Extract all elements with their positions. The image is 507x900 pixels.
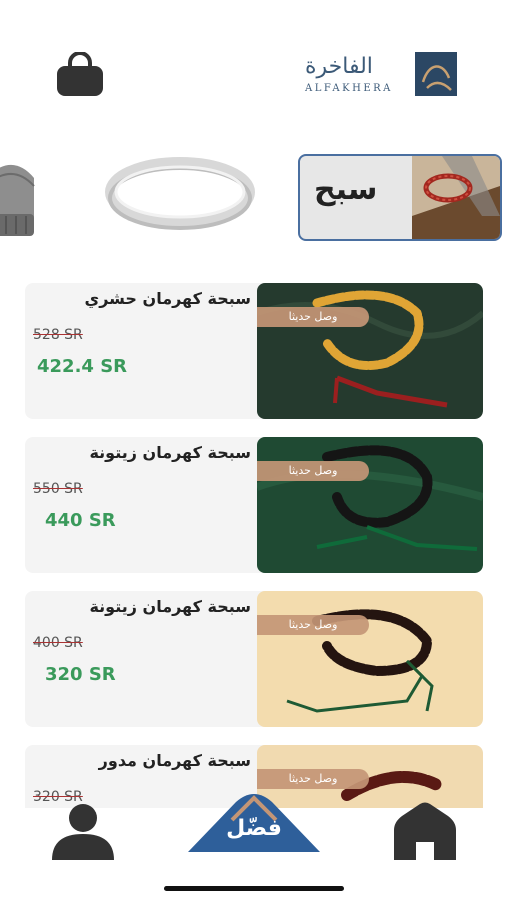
favorites-label: فضّل [226, 816, 282, 841]
home-icon [394, 802, 456, 860]
product-new-price: 320 SR [45, 664, 116, 685]
new-arrival-badge: وصل حديثا [257, 307, 369, 327]
home-indicator [164, 886, 344, 891]
brand-logo: الفاخرة ALFAKHERA [300, 50, 460, 102]
product-title: سبحة كهرمان مدور [98, 751, 251, 770]
product-new-price: 422.4 SR [37, 356, 128, 377]
category-label: سبح [314, 172, 378, 207]
logo-mark-icon [415, 52, 457, 96]
category-strip: سبح [0, 150, 507, 245]
product-title: سبحة كهرمان زيتونة [89, 443, 251, 462]
product-image: وصل حديثا [257, 283, 483, 419]
category-prayer-beads[interactable]: سبح [298, 154, 502, 241]
shopping-bag-icon [57, 51, 103, 96]
product-new-price: 440 SR [45, 510, 116, 531]
cart-button[interactable] [55, 51, 105, 98]
product-old-price: 528 SR [33, 327, 83, 343]
category-hats[interactable] [0, 156, 38, 236]
product-old-price: 550 SR [33, 481, 83, 497]
product-image: وصل حديثا [257, 437, 483, 573]
new-arrival-badge: وصل حديثا [257, 769, 369, 789]
logo-english-text: ALFAKHERA [305, 83, 393, 94]
product-card[interactable]: وصل حديثا سبحة كهرمان زيتونة 400 SR 320 … [25, 591, 483, 727]
product-title: سبحة كهرمان حشري [84, 289, 251, 308]
product-card[interactable]: وصل حديثا سبحة كهرمان زيتونة 550 SR 440 … [25, 437, 483, 573]
bottom-navigation: فضّل [0, 790, 507, 900]
prayer-beads-thumb [412, 156, 500, 239]
new-arrival-badge: وصل حديثا [257, 615, 369, 635]
favorites-tab[interactable]: فضّل [188, 790, 320, 856]
profile-tab[interactable] [50, 802, 116, 860]
home-tab[interactable] [392, 802, 458, 860]
beanie-hat-icon [0, 165, 35, 236]
category-rings[interactable] [100, 150, 260, 240]
product-card[interactable]: وصل حديثا سبحة كهرمان حشري 528 SR 422.4 … [25, 283, 483, 419]
profile-icon [52, 804, 114, 860]
product-title: سبحة كهرمان زيتونة [89, 597, 251, 616]
silver-ring-icon [105, 157, 255, 230]
product-list[interactable]: وصل حديثا سبحة كهرمان حشري 528 SR 422.4 … [25, 283, 483, 808]
logo-arabic-text: الفاخرة [305, 54, 373, 79]
new-arrival-badge: وصل حديثا [257, 461, 369, 481]
product-image: وصل حديثا [257, 591, 483, 727]
product-old-price: 400 SR [33, 635, 83, 651]
